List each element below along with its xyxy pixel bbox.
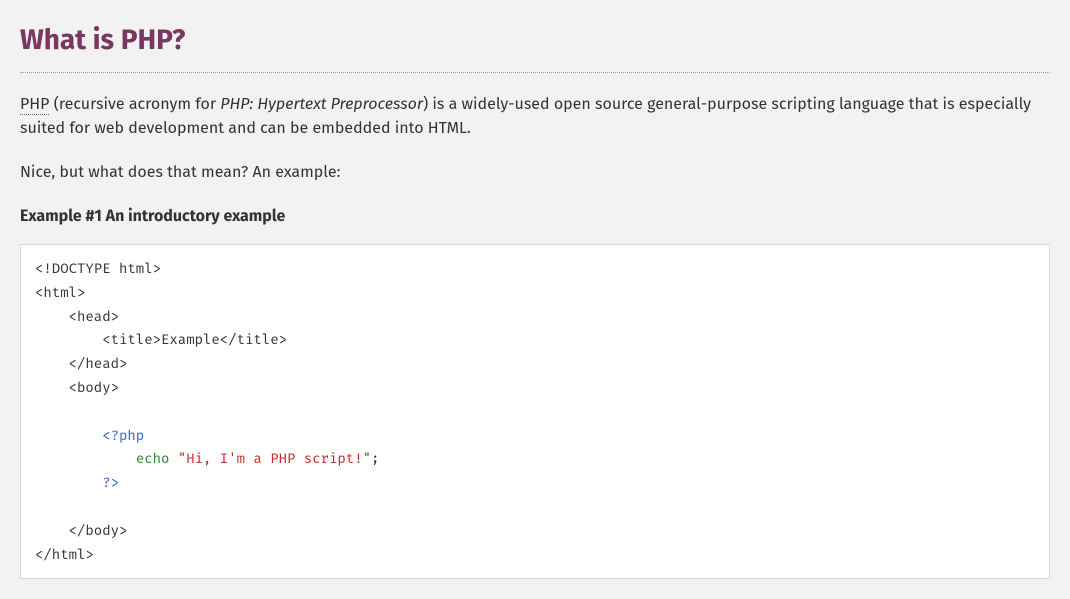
page-title: What is PHP?: [20, 20, 1050, 73]
code-line: <body>: [35, 379, 119, 396]
code-indent: [35, 427, 102, 444]
code-line: <head>: [35, 308, 119, 325]
code-line: <title>Example</title>: [35, 331, 287, 348]
code-indent: [35, 450, 136, 467]
intro-pre-text: (recursive acronym for: [49, 95, 220, 114]
php-semicolon: ;: [371, 450, 379, 467]
php-string: "Hi, I'm a PHP script!": [178, 450, 371, 467]
code-line: </head>: [35, 355, 127, 372]
php-keyword-echo: echo: [136, 450, 178, 467]
php-abbr: PHP: [20, 95, 49, 115]
code-block: <!DOCTYPE html> <html> <head> <title>Exa…: [20, 244, 1050, 579]
php-expansion: PHP: Hypertext Preprocessor: [220, 95, 423, 114]
code-line: </html>: [35, 546, 94, 563]
question-paragraph: Nice, but what does that mean? An exampl…: [20, 161, 1050, 185]
php-close-tag: ?>: [102, 474, 119, 491]
example-caption: Example #1 An introductory example: [20, 205, 1050, 229]
code-line: <!DOCTYPE html>: [35, 260, 161, 277]
code-line: <html>: [35, 284, 85, 301]
code-line: </body>: [35, 522, 127, 539]
php-open-tag: <?php: [102, 427, 144, 444]
code-indent: [35, 474, 102, 491]
intro-paragraph: PHP (recursive acronym for PHP: Hypertex…: [20, 93, 1050, 141]
